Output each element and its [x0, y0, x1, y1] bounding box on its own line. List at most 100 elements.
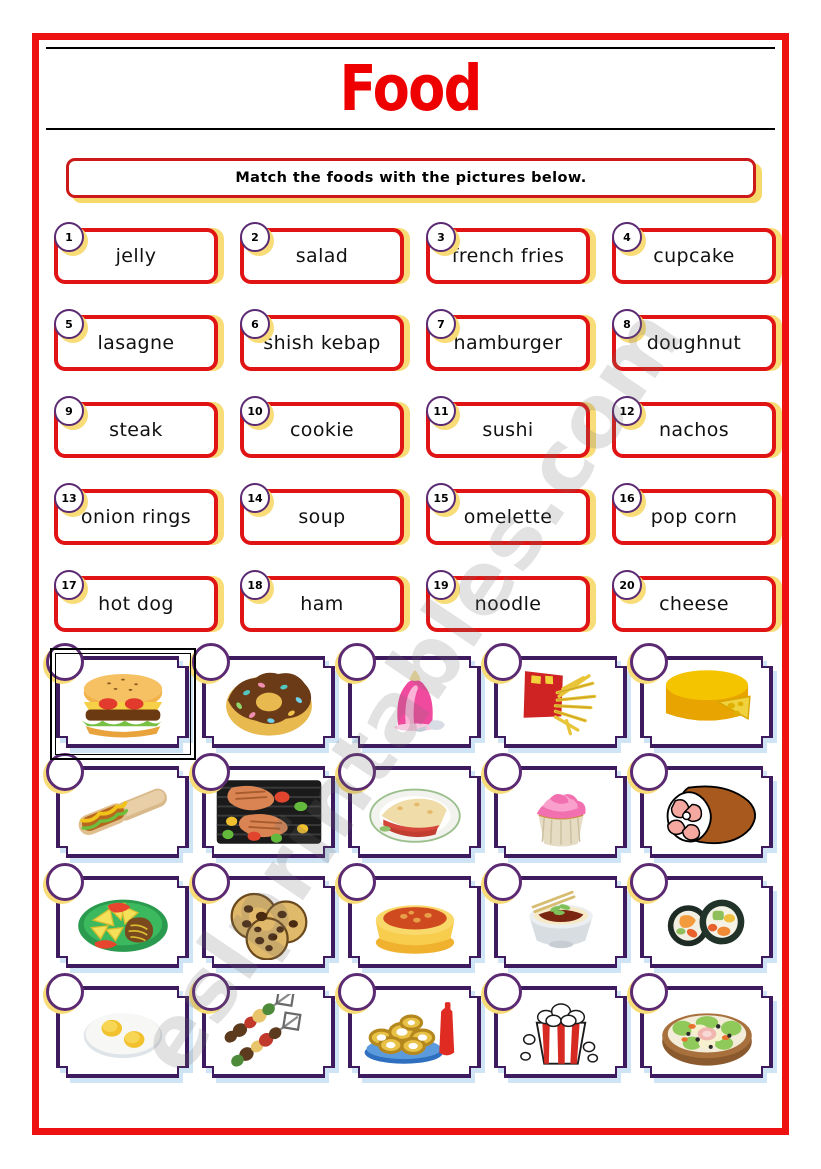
- word-number-badge: 2: [240, 222, 270, 252]
- answer-circle[interactable]: [338, 643, 376, 681]
- word-row: hot dog 17 ham 18 noodle 19 cheese 20: [54, 570, 784, 657]
- picture-card[interactable]: [189, 753, 335, 860]
- answer-circle[interactable]: [338, 973, 376, 1011]
- word-card-11[interactable]: sushi 11: [426, 396, 596, 458]
- answer-circle[interactable]: [192, 753, 230, 791]
- word-card-9[interactable]: steak 9: [54, 396, 224, 458]
- picture-card[interactable]: [189, 863, 335, 970]
- picture-card[interactable]: [43, 863, 189, 970]
- word-number-badge: 20: [612, 570, 642, 600]
- picture-card[interactable]: [189, 643, 335, 750]
- word-row: lasagne 5 shish kebap 6 hamburger 7 doughnut 8: [54, 309, 784, 396]
- picture-card[interactable]: [627, 863, 773, 970]
- word-label: pop corn: [650, 506, 738, 528]
- picture-row: [43, 973, 788, 1088]
- word-label: omelette: [463, 506, 553, 528]
- word-card-17[interactable]: hot dog 17: [54, 570, 224, 632]
- answer-circle[interactable]: [192, 973, 230, 1011]
- word-card-2[interactable]: salad 2: [240, 222, 410, 284]
- picture-card[interactable]: [627, 753, 773, 860]
- answer-circle[interactable]: [46, 863, 84, 901]
- word-number-badge: 4: [612, 222, 642, 252]
- picture-card[interactable]: [43, 753, 189, 860]
- answer-circle[interactable]: [338, 863, 376, 901]
- word-row: onion rings 13 soup 14 omelette 15 pop corn 16: [54, 483, 784, 570]
- picture-card[interactable]: [627, 643, 773, 750]
- word-card-3[interactable]: french fries 3: [426, 222, 596, 284]
- answer-circle[interactable]: [46, 973, 84, 1011]
- word-bank: jelly 1 salad 2 french fries 3 cupcake 4 lasagne…: [54, 222, 784, 657]
- word-card-18[interactable]: ham 18: [240, 570, 410, 632]
- picture-card[interactable]: [335, 753, 481, 860]
- answer-circle[interactable]: [192, 863, 230, 901]
- picture-card[interactable]: [481, 863, 627, 970]
- answer-circle[interactable]: [484, 863, 522, 901]
- word-label: nachos: [658, 419, 730, 441]
- word-number-badge: 12: [612, 396, 642, 426]
- word-number-badge: 1: [54, 222, 84, 252]
- answer-circle[interactable]: [338, 753, 376, 791]
- picture-row: [43, 753, 788, 868]
- answer-circle[interactable]: [630, 973, 668, 1011]
- word-card-19[interactable]: noodle 19: [426, 570, 596, 632]
- word-number-badge: 16: [612, 483, 642, 513]
- word-number-badge: 7: [426, 309, 456, 339]
- selection-frame: [50, 648, 196, 760]
- word-card-8[interactable]: doughnut 8: [612, 309, 782, 371]
- instruction-box: Match the foods with the pictures below.: [66, 158, 756, 198]
- title-banner: Food: [46, 47, 775, 130]
- answer-circle[interactable]: [484, 753, 522, 791]
- word-card-20[interactable]: cheese 20: [612, 570, 782, 632]
- word-card-15[interactable]: omelette 15: [426, 483, 596, 545]
- word-card-7[interactable]: hamburger 7: [426, 309, 596, 371]
- picture-bank: [43, 643, 788, 1088]
- word-card-12[interactable]: nachos 12: [612, 396, 782, 458]
- answer-circle[interactable]: [192, 643, 230, 681]
- word-label: onion rings: [80, 506, 192, 528]
- picture-card[interactable]: [43, 643, 196, 760]
- picture-card[interactable]: [627, 973, 773, 1080]
- word-number-badge: 15: [426, 483, 456, 513]
- answer-circle[interactable]: [630, 753, 668, 791]
- word-number-badge: 3: [426, 222, 456, 252]
- picture-card[interactable]: [189, 973, 335, 1080]
- word-label: sushi: [482, 419, 534, 441]
- word-label: hamburger: [453, 332, 563, 354]
- picture-card[interactable]: [335, 863, 481, 970]
- word-row: steak 9 cookie 10 sushi 11 nachos 12: [54, 396, 784, 483]
- word-label: cheese: [659, 593, 729, 615]
- word-card-5[interactable]: lasagne 5: [54, 309, 224, 371]
- instruction-bar: Match the foods with the pictures below.: [66, 158, 762, 203]
- page-title: Food: [339, 52, 483, 125]
- word-row: jelly 1 salad 2 french fries 3 cupcake 4: [54, 222, 784, 309]
- word-card-16[interactable]: pop corn 16: [612, 483, 782, 545]
- picture-card[interactable]: [43, 973, 189, 1080]
- word-card-1[interactable]: jelly 1: [54, 222, 224, 284]
- word-label: ham: [300, 593, 344, 615]
- word-card-6[interactable]: shish kebap 6: [240, 309, 410, 371]
- picture-card[interactable]: [335, 643, 481, 750]
- word-number-badge: 8: [612, 309, 642, 339]
- word-number-badge: 5: [54, 309, 84, 339]
- word-card-13[interactable]: onion rings 13: [54, 483, 224, 545]
- picture-card[interactable]: [481, 753, 627, 860]
- picture-row: [43, 643, 788, 760]
- word-label: french fries: [451, 245, 565, 267]
- word-label: cupcake: [653, 245, 735, 267]
- word-label: soup: [298, 506, 346, 528]
- instruction-text: Match the foods with the pictures below.: [235, 170, 587, 186]
- word-card-14[interactable]: soup 14: [240, 483, 410, 545]
- word-label: shish kebap: [263, 332, 381, 354]
- answer-circle[interactable]: [484, 643, 522, 681]
- worksheet-page: Food Match the foods with the pictures b…: [0, 0, 821, 1169]
- word-label: jelly: [115, 245, 157, 267]
- picture-card[interactable]: [481, 643, 627, 750]
- picture-card[interactable]: [335, 973, 481, 1080]
- word-card-10[interactable]: cookie 10: [240, 396, 410, 458]
- answer-circle[interactable]: [630, 863, 668, 901]
- answer-circle[interactable]: [484, 973, 522, 1011]
- answer-circle[interactable]: [630, 643, 668, 681]
- picture-card[interactable]: [481, 973, 627, 1080]
- word-card-4[interactable]: cupcake 4: [612, 222, 782, 284]
- word-label: steak: [109, 419, 163, 441]
